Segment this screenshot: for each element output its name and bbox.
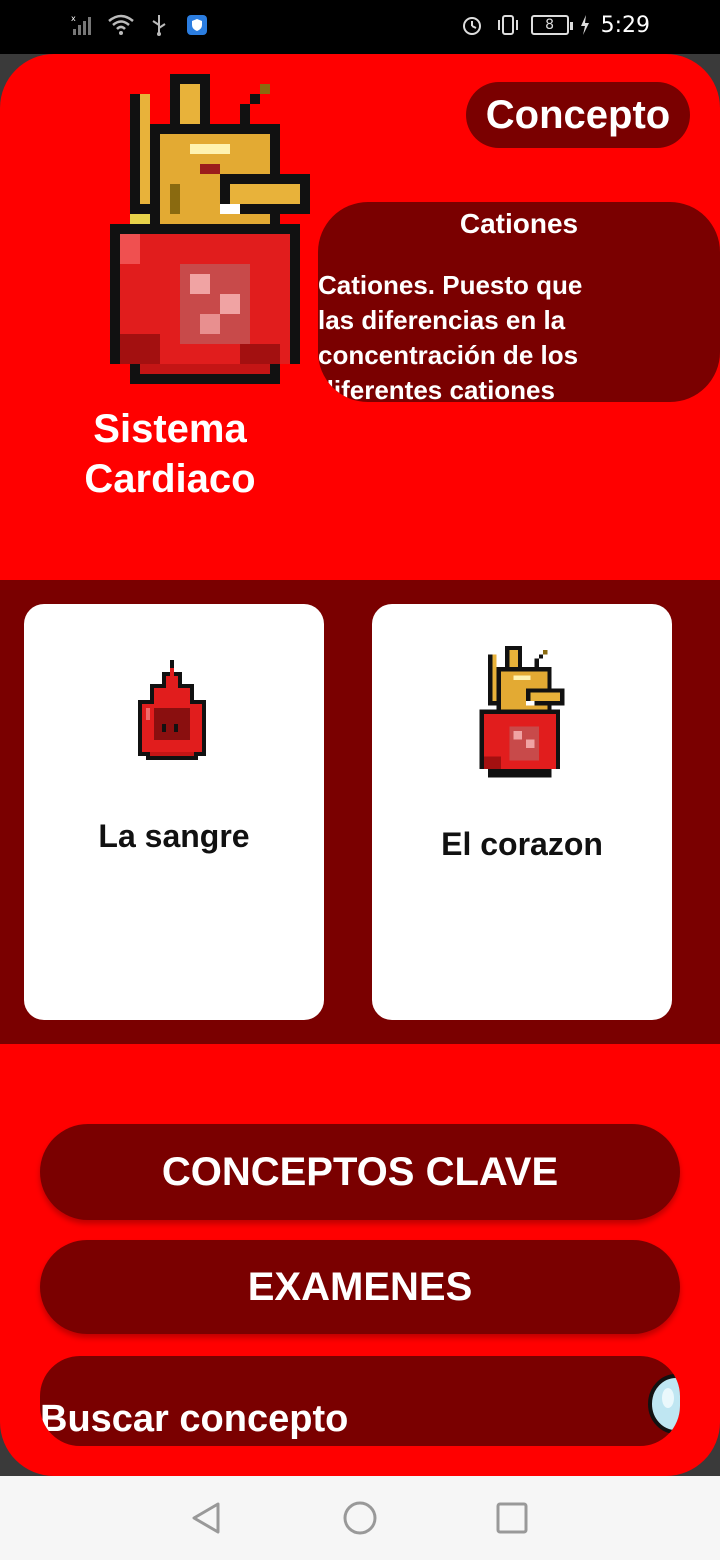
concept-card-title: Cationes <box>459 208 579 239</box>
search-input[interactable] <box>40 1392 600 1446</box>
concept-card[interactable]: Cationes Cationes. Puesto que las difere… <box>318 202 720 402</box>
navigation-bar <box>0 1476 720 1560</box>
wifi-icon <box>108 10 134 40</box>
svg-text:x: x <box>71 14 76 23</box>
vibrate-icon <box>495 10 521 40</box>
key-concepts-button[interactable]: CONCEPTOS CLAVE <box>40 1124 680 1220</box>
app-screen: Sistema Cardiaco Concepto Cationes Catio… <box>0 54 720 1476</box>
usb-icon <box>146 10 172 40</box>
recents-icon[interactable] <box>492 1498 532 1538</box>
home-icon[interactable] <box>340 1498 380 1538</box>
status-time: 5:29 <box>600 12 650 38</box>
category-label-heart: El corazon <box>441 826 603 862</box>
blood-drop-icon <box>130 660 214 764</box>
charging-icon <box>579 10 591 40</box>
heart-crown-icon <box>472 646 572 786</box>
shield-app-icon <box>184 10 210 40</box>
search-icon[interactable] <box>642 1372 680 1436</box>
section-title: Sistema Cardiaco <box>84 407 256 501</box>
battery-icon: 8 <box>530 15 573 35</box>
category-section: La sangre El corazon <box>0 580 720 1044</box>
exams-button[interactable]: EXAMENES <box>40 1240 680 1334</box>
search-bar <box>40 1356 680 1446</box>
back-icon[interactable] <box>186 1498 226 1538</box>
heart-crown-icon <box>100 74 320 404</box>
category-label-blood: La sangre <box>98 818 250 854</box>
category-card-blood[interactable]: La sangre <box>24 604 324 1020</box>
concept-card-body: Cationes. Puesto que las diferencias en … <box>318 270 583 402</box>
alarm-icon <box>459 10 485 40</box>
category-card-heart[interactable]: El corazon <box>372 604 672 1020</box>
concept-button[interactable]: Concepto <box>466 82 690 148</box>
status-bar: x 8 5:29 <box>0 0 720 54</box>
signal-icon: x <box>70 10 96 40</box>
